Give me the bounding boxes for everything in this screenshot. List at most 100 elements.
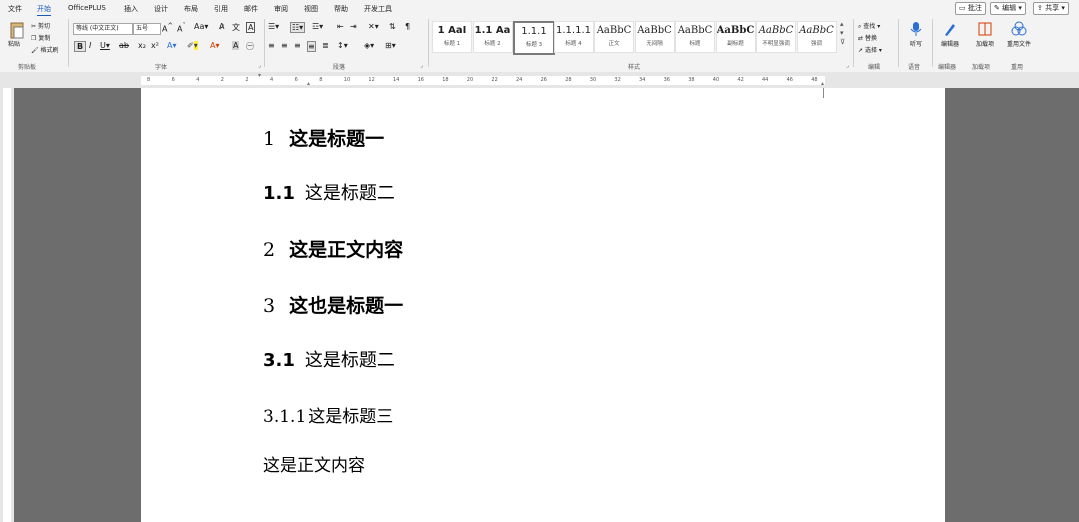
reuse-label: 重用文件 xyxy=(1006,41,1031,48)
style-tile[interactable]: 1 AaI 标题 1 xyxy=(432,21,472,53)
enclose-char-icon[interactable]: ㊀ xyxy=(246,41,254,52)
editing-mode-button[interactable]: ✎ 编辑 ▾ xyxy=(990,2,1026,15)
style-tile[interactable]: 1.1 Aa 标题 2 xyxy=(472,21,513,53)
tab-insert[interactable]: 插入 xyxy=(124,4,138,14)
find-button[interactable]: ⌕ 查找 ▾ xyxy=(858,21,880,31)
tab-view[interactable]: 视图 xyxy=(304,4,318,14)
char-shading-icon[interactable]: A xyxy=(232,41,240,50)
vertical-ruler[interactable] xyxy=(0,88,14,522)
show-marks-button[interactable]: ¶ xyxy=(405,22,410,31)
style-sample: 1.1 Aa xyxy=(474,25,511,36)
bullets-button[interactable]: ☰▾ xyxy=(268,22,279,31)
grow-font-button[interactable]: A^ xyxy=(162,22,173,34)
addins-button[interactable]: 加载项 xyxy=(972,21,998,48)
horizontal-ruler[interactable]: 8 6 4 2 2 4 6 8 10 12 14 16 18 20 22 24 26 28 30 32 34 36 38 40… xyxy=(0,72,1079,88)
underline-button[interactable]: U▾ xyxy=(100,41,110,50)
ruler-number: 10 xyxy=(343,77,351,83)
paste-button[interactable]: 粘贴 xyxy=(8,21,28,51)
divider xyxy=(932,19,933,67)
style-tile[interactable]: AaBbC 标题 xyxy=(675,21,715,53)
tab-mailings[interactable]: 邮件 xyxy=(244,4,258,14)
document-page[interactable]: 1 这是标题一 1.1 这是标题二 2 这是正文内容 3 这也是标题一 3.1 这是标题二 3.1.… xyxy=(141,88,945,522)
select-button[interactable]: ➚ 选择 ▾ xyxy=(858,45,882,54)
gallery-scroll[interactable]: ▴ ▾ ⊽ xyxy=(840,20,845,47)
editor-button[interactable]: 编辑器 xyxy=(938,21,962,48)
clear-format-icon[interactable]: A̷ xyxy=(219,22,224,31)
bold-button[interactable]: B xyxy=(74,41,87,52)
tab-design[interactable]: 设计 xyxy=(154,4,168,14)
line-spacing-button[interactable]: ↕▾ xyxy=(337,41,348,50)
tab-file[interactable]: 文件 xyxy=(8,4,22,14)
justify-button[interactable]: ≡ xyxy=(307,41,316,52)
increase-indent-button[interactable]: ⇥ xyxy=(350,22,357,31)
paragraph-group-label: 段落 xyxy=(333,64,346,71)
right-indent-marker[interactable]: ▴ xyxy=(821,80,824,87)
first-line-indent-marker[interactable]: ▾ xyxy=(258,72,261,79)
heading-h2[interactable]: 3.1 这是标题二 xyxy=(263,346,395,372)
style-tile[interactable]: AaBbC 正文 xyxy=(594,21,634,53)
style-tile[interactable]: 1.1.1.1 标题 4 xyxy=(553,21,594,53)
style-tile[interactable]: AaBbC 无间隔 xyxy=(634,21,675,53)
ruler-number: 40 xyxy=(712,77,720,83)
copy-icon: ❐ xyxy=(31,35,37,42)
heading-h1[interactable]: 1 这是标题一 xyxy=(263,124,384,151)
replace-button[interactable]: ⇄ 替换 xyxy=(858,33,877,42)
superscript-button[interactable]: x² xyxy=(151,41,159,50)
comments-button[interactable]: ▭ 批注 xyxy=(955,2,986,15)
line-text: 这是标题二 xyxy=(304,183,395,204)
cut-button[interactable]: ✂ 剪切 xyxy=(31,21,50,30)
format-painter-button[interactable]: 🖌 格式刷 xyxy=(31,45,59,54)
style-tile[interactable]: AaBbC 强调 xyxy=(796,21,837,53)
font-name-select[interactable]: 等线 (中文正文) xyxy=(73,23,133,35)
change-case-button[interactable]: Aa▾ xyxy=(194,22,208,31)
ruler-number: 32 xyxy=(614,77,621,83)
heading-h2[interactable]: 1.1 这是标题二 xyxy=(263,179,395,205)
shading-button[interactable]: ◈▾ xyxy=(364,41,374,50)
style-tile[interactable]: 1.1.1 标题 3 xyxy=(513,21,555,55)
strikethrough-button[interactable]: ab xyxy=(119,41,129,50)
shrink-font-button[interactable]: Aˇ xyxy=(177,22,186,34)
font-group-label: 字体 xyxy=(155,64,168,71)
font-color-button[interactable]: A▾ xyxy=(210,41,220,50)
heading-h3[interactable]: 3.1.1 这是标题三 xyxy=(263,402,393,427)
tab-layout[interactable]: 布局 xyxy=(184,4,198,14)
style-tile[interactable]: AaBbC 不明显强调 xyxy=(756,21,796,53)
subscript-button[interactable]: x₂ xyxy=(138,41,146,50)
decrease-indent-button[interactable]: ⇤ xyxy=(337,22,344,31)
tab-officeplus[interactable]: OfficePLUS xyxy=(68,4,106,12)
heading-h1[interactable]: 3 这也是标题一 xyxy=(263,291,403,318)
sort-button[interactable]: ⇅ xyxy=(389,22,396,31)
chinese-layout-button[interactable]: ✕▾ xyxy=(368,22,379,31)
paragraph-dialog-launcher-icon[interactable]: ⌟ xyxy=(420,62,423,69)
align-center-button[interactable]: ≡ xyxy=(281,41,288,50)
heading-h1[interactable]: 2 这是正文内容 xyxy=(263,235,403,262)
highlight-button[interactable]: ✐▾ xyxy=(187,41,198,50)
body-paragraph[interactable]: 这是正文内容 xyxy=(263,451,365,476)
char-border-icon[interactable]: A xyxy=(246,22,256,33)
font-dialog-launcher-icon[interactable]: ⌟ xyxy=(258,62,261,69)
phonetic-guide-icon[interactable]: 文 xyxy=(232,22,240,33)
ruler-number: 46 xyxy=(786,77,793,83)
font-size-select[interactable]: 五号 xyxy=(133,23,161,35)
multilevel-list-button[interactable]: ☲▾ xyxy=(312,22,323,31)
tab-developer[interactable]: 开发工具 xyxy=(364,4,392,14)
style-tile[interactable]: AaBbC 副标题 xyxy=(715,21,756,53)
hanging-indent-marker[interactable]: ▴ xyxy=(307,80,310,87)
style-sample: AaBbC xyxy=(716,25,755,36)
copy-button[interactable]: ❐ 复制 xyxy=(31,33,50,42)
styles-dialog-launcher-icon[interactable]: ⌟ xyxy=(846,62,849,69)
dictate-button[interactable]: 听写 xyxy=(906,21,926,48)
numbering-button[interactable]: ☷▾ xyxy=(290,22,306,33)
reuse-files-button[interactable]: 重用文件 xyxy=(1004,21,1034,48)
align-left-button[interactable]: ≡ xyxy=(268,41,275,50)
italic-button[interactable]: I xyxy=(89,41,91,50)
share-button[interactable]: ⇪ 共享 ▾ xyxy=(1033,2,1069,15)
tab-home[interactable]: 开始 xyxy=(37,4,51,16)
tab-references[interactable]: 引用 xyxy=(214,4,228,14)
distributed-button[interactable]: ≣ xyxy=(322,41,329,50)
tab-review[interactable]: 审阅 xyxy=(274,4,288,14)
text-effects-button[interactable]: A▾ xyxy=(167,41,177,50)
borders-button[interactable]: ⊞▾ xyxy=(385,41,396,50)
tab-help[interactable]: 帮助 xyxy=(334,4,348,14)
align-right-button[interactable]: ≡ xyxy=(294,41,301,50)
